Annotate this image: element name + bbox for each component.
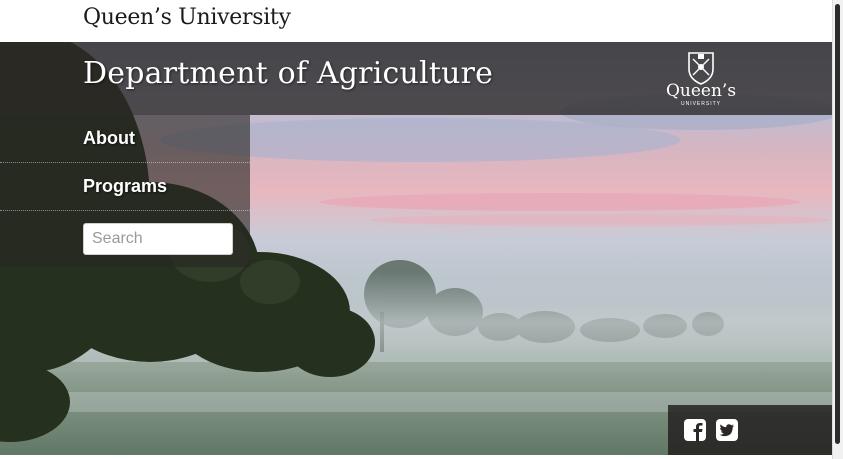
nav-item-programs[interactable]: Programs [0,163,250,211]
queens-crest-logo[interactable]: Queen’s UNIVERSITY [660,51,742,109]
university-topbar: Queen’s University [0,0,836,42]
main-navigation: About Programs [0,115,250,267]
university-wordmark[interactable]: Queen’s University [83,5,291,30]
hero-banner: Department of Agriculture Queen’s UNIVER… [0,42,833,455]
search-input[interactable] [83,223,233,255]
logo-wordmark: Queen’s [665,81,737,101]
nav-item-about[interactable]: About [0,115,250,163]
department-header: Department of Agriculture Queen’s UNIVER… [0,42,833,115]
twitter-icon[interactable] [716,419,738,441]
site-title[interactable]: Department of Agriculture [83,56,493,91]
nav-item-label: About [83,128,135,148]
page-scrollbar[interactable] [832,0,843,459]
nav-item-label: Programs [83,176,168,196]
facebook-icon[interactable] [684,419,706,441]
scrollbar-thumb[interactable] [835,4,840,444]
logo-subtext: UNIVERSITY [680,101,721,107]
crest-icon [688,52,714,85]
social-links [668,405,833,455]
